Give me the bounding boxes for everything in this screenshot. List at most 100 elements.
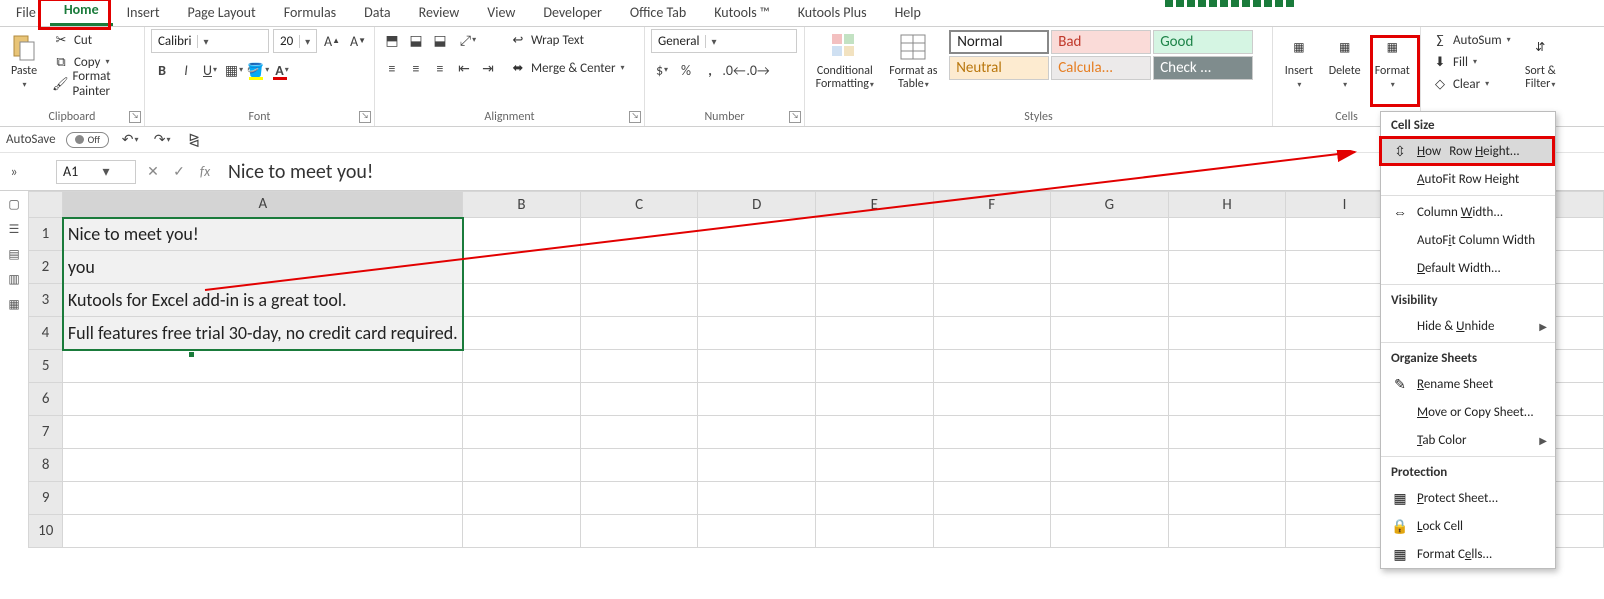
orientation-button[interactable]: ⤢▾ xyxy=(453,29,483,51)
font-size-combo[interactable]: 20▾ xyxy=(273,29,317,53)
increase-decimal-button[interactable]: .0← xyxy=(723,59,745,81)
menu-default-width[interactable]: Default Width...Default Width... xyxy=(1381,254,1555,282)
menu-move-copy[interactable]: Move or Copy Sheet...Move or Copy Sheet.… xyxy=(1381,398,1555,426)
select-all-corner[interactable] xyxy=(29,192,63,218)
menu-protect-sheet[interactable]: ▦Protect Sheet...Protect Sheet... xyxy=(1381,484,1555,512)
format-painter-button[interactable]: 🖌Format Painter xyxy=(48,73,138,95)
tab-help[interactable]: Help xyxy=(881,0,935,26)
cell-A4[interactable]: Full features free trial 30-day, no cred… xyxy=(63,317,463,350)
format-cells-button[interactable]: ▦Format▾ xyxy=(1371,29,1415,94)
tab-formulas[interactable]: Formulas xyxy=(270,0,350,26)
tab-developer[interactable]: Developer xyxy=(529,0,615,26)
fill-handle[interactable] xyxy=(188,351,195,358)
side-icon[interactable]: ▦ xyxy=(8,297,19,312)
menu-rename-sheet[interactable]: ✎Rename SheetRename Sheet xyxy=(1381,370,1555,398)
col-header-E[interactable]: E xyxy=(816,192,934,218)
expand-pane-icon[interactable]: » xyxy=(0,163,28,180)
fill-button[interactable]: ⬇Fill▾ xyxy=(1427,51,1515,73)
cancel-formula-button[interactable]: ✕ xyxy=(140,159,166,185)
row-header-4[interactable]: 4 xyxy=(29,317,63,350)
undo-button[interactable]: ↶▾ xyxy=(119,129,141,151)
align-center-button[interactable]: ≡ xyxy=(405,57,427,79)
currency-button[interactable]: $▾ xyxy=(651,59,673,81)
tab-kutools[interactable]: Kutools ™ xyxy=(700,0,783,26)
underline-button[interactable]: U▾ xyxy=(199,59,221,81)
row-header-3[interactable]: 3 xyxy=(29,284,63,317)
alignment-dialog-launcher[interactable]: ↘ xyxy=(629,111,641,123)
menu-lock-cell[interactable]: 🔒Lock CellLock Cell xyxy=(1381,512,1555,540)
tab-insert[interactable]: Insert xyxy=(113,0,174,26)
style-neutral[interactable]: Neutral xyxy=(949,56,1049,80)
fill-color-button[interactable]: 🪣▾ xyxy=(247,59,269,81)
fx-button[interactable]: fx xyxy=(192,159,218,185)
align-bottom-button[interactable]: ⬓ xyxy=(429,29,451,51)
menu-format-cells[interactable]: ▦Format Cells...Format Cells... xyxy=(1381,540,1555,568)
col-header-A[interactable]: A xyxy=(63,192,463,218)
decrease-indent-button[interactable]: ⇤ xyxy=(453,57,475,79)
row-header-9[interactable]: 9 xyxy=(29,482,63,515)
row-header-7[interactable]: 7 xyxy=(29,416,63,449)
clear-button[interactable]: ◇Clear▾ xyxy=(1427,73,1515,95)
delete-cells-button[interactable]: ▦Delete▾ xyxy=(1325,29,1365,94)
style-normal[interactable]: Normal xyxy=(949,30,1049,54)
decrease-font-button[interactable]: A▼ xyxy=(347,30,369,52)
increase-font-button[interactable]: A▲ xyxy=(321,30,343,52)
italic-button[interactable]: I xyxy=(175,59,197,81)
menu-tab-color[interactable]: Tab Color▶Tab Color xyxy=(1381,426,1555,454)
autosum-button[interactable]: ∑AutoSum▾ xyxy=(1427,29,1515,51)
redo-button[interactable]: ↷▾ xyxy=(151,129,173,151)
tab-file[interactable]: File xyxy=(2,0,50,26)
font-dialog-launcher[interactable]: ↘ xyxy=(359,111,371,123)
side-icon[interactable]: ▢ xyxy=(8,197,19,212)
row-header-5[interactable]: 5 xyxy=(29,350,63,383)
paste-button[interactable]: Paste▾ xyxy=(6,29,42,94)
cell-A3[interactable]: Kutools for Excel add-in is a great tool… xyxy=(63,284,463,317)
increase-indent-button[interactable]: ⇥ xyxy=(477,57,499,79)
col-header-F[interactable]: F xyxy=(933,192,1050,218)
number-dialog-launcher[interactable]: ↘ xyxy=(789,111,801,123)
cell-styles-gallery[interactable]: Normal Bad Good Neutral Calcula... Check… xyxy=(948,29,1266,81)
qat-customize[interactable]: ⧎ xyxy=(183,129,205,151)
row-header-10[interactable]: 10 xyxy=(29,515,63,548)
row-header-8[interactable]: 8 xyxy=(29,449,63,482)
align-right-button[interactable]: ≡ xyxy=(429,57,451,79)
tab-kutools-plus[interactable]: Kutools Plus xyxy=(784,0,881,26)
worksheet-grid[interactable]: A B C D E F G H I J 1Nice to meet you! 2… xyxy=(28,191,1604,548)
col-header-G[interactable]: G xyxy=(1050,192,1168,218)
merge-center-button[interactable]: ⬌Merge & Center▾ xyxy=(505,57,629,79)
col-header-H[interactable]: H xyxy=(1168,192,1286,218)
menu-autofit-col[interactable]: AutoFit Column WidthAutoFit Column Width xyxy=(1381,226,1555,254)
tab-home[interactable]: Home xyxy=(50,0,113,26)
cell-A1[interactable]: Nice to meet you! xyxy=(63,218,463,251)
insert-cells-button[interactable]: ▦Insert▾ xyxy=(1279,29,1319,94)
style-good[interactable]: Good xyxy=(1153,30,1253,54)
cell-A5[interactable] xyxy=(63,350,463,383)
style-check[interactable]: Check ... xyxy=(1153,56,1253,80)
menu-row-height[interactable]: ⇳How Row Height...Row Height... xyxy=(1381,137,1555,165)
side-icon[interactable]: ▤ xyxy=(8,247,19,262)
menu-column-width[interactable]: ⇔Column Width...Column Width... xyxy=(1381,198,1555,226)
clipboard-dialog-launcher[interactable]: ↘ xyxy=(129,111,141,123)
menu-autofit-row[interactable]: AutoFit Row HeightAutoFit Row Height xyxy=(1381,165,1555,193)
col-header-D[interactable]: D xyxy=(698,192,816,218)
font-name-combo[interactable]: Calibri▾ xyxy=(151,29,269,53)
conditional-formatting-button[interactable]: Conditional Formatting▾ xyxy=(811,29,879,94)
percent-button[interactable]: % xyxy=(675,59,697,81)
enter-formula-button[interactable]: ✓ xyxy=(166,159,192,185)
row-header-6[interactable]: 6 xyxy=(29,383,63,416)
autosave-toggle[interactable]: Off xyxy=(66,132,109,148)
col-header-C[interactable]: C xyxy=(580,192,698,218)
decrease-decimal-button[interactable]: .0→ xyxy=(747,59,769,81)
number-format-combo[interactable]: General▾ xyxy=(651,29,797,53)
format-as-table-button[interactable]: Format as Table▾ xyxy=(885,29,943,94)
tab-view[interactable]: View xyxy=(473,0,529,26)
style-bad[interactable]: Bad xyxy=(1051,30,1151,54)
tab-office-tab[interactable]: Office Tab xyxy=(616,0,700,26)
align-left-button[interactable]: ≡ xyxy=(381,57,403,79)
tab-review[interactable]: Review xyxy=(405,0,474,26)
cell-A2[interactable]: you xyxy=(63,251,463,284)
tab-page-layout[interactable]: Page Layout xyxy=(174,0,270,26)
sort-filter-button[interactable]: ⇵Sort & Filter▾ xyxy=(1521,29,1560,94)
name-box[interactable]: A1▾ xyxy=(56,160,136,184)
row-header-1[interactable]: 1 xyxy=(29,218,63,251)
